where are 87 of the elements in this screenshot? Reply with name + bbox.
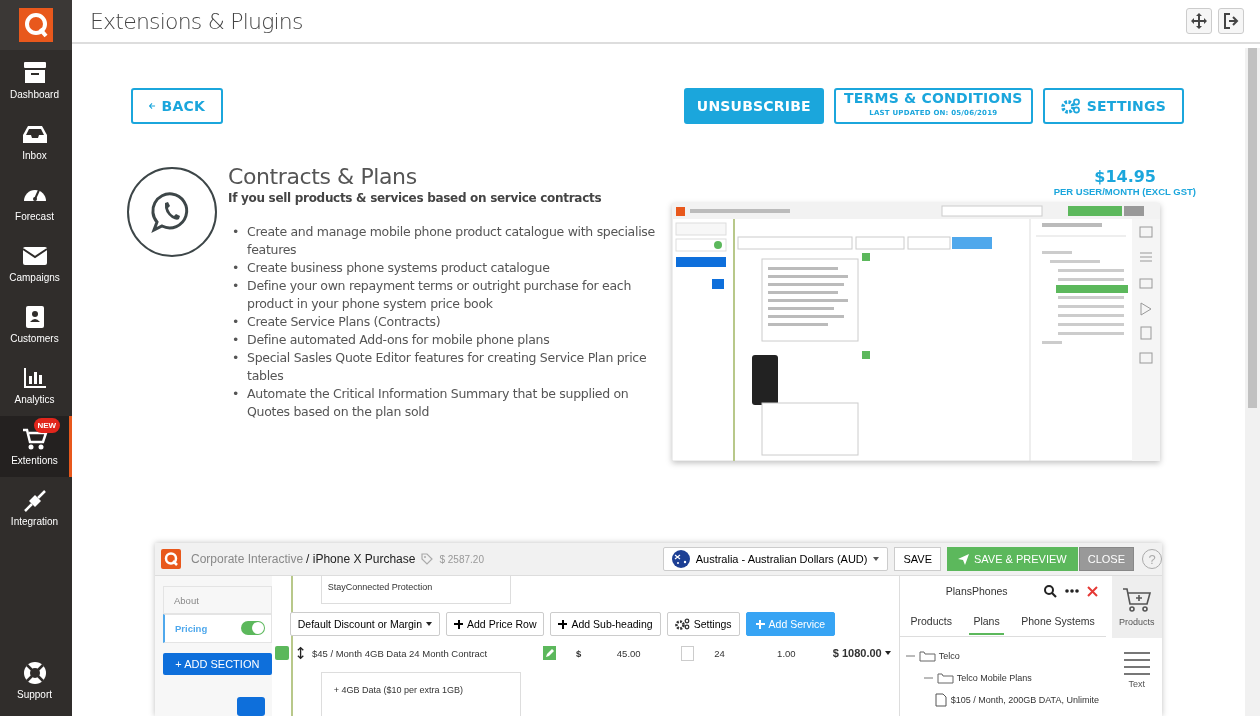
arrow-left-icon bbox=[149, 100, 156, 112]
drag-handle-icon[interactable] bbox=[274, 646, 289, 660]
side-tool[interactable]: Text bbox=[1111, 638, 1162, 700]
sidebar-item[interactable]: Inbox bbox=[0, 111, 72, 172]
bullet: • bbox=[232, 313, 240, 331]
panel-tab[interactable]: Plans bbox=[969, 607, 1004, 635]
send-icon bbox=[958, 553, 969, 565]
price: $14.95 bbox=[1094, 167, 1156, 186]
logout-icon[interactable] bbox=[1218, 8, 1244, 34]
feature-text: Create Service Plans (Contracts) bbox=[247, 313, 441, 331]
feature-text: Automate the Critical Information Summary that be supplied on Quotes based on the plan sold bbox=[247, 385, 630, 421]
sidebar-item[interactable]: Customers bbox=[0, 294, 72, 355]
line-total[interactable]: $ 1080.00 bbox=[832, 647, 891, 659]
folder-icon bbox=[923, 672, 954, 684]
toolbar-button[interactable]: SAVE bbox=[894, 547, 941, 571]
heading-row: StayConnected Protection bbox=[320, 576, 511, 604]
feature-text: Create business phone systems product catalogue bbox=[247, 259, 550, 277]
table-cell-text: 1.00 bbox=[777, 647, 797, 659]
quote-total: $ 2587.20 bbox=[439, 553, 484, 565]
gears-icon bbox=[674, 618, 690, 630]
edit-icon[interactable] bbox=[543, 646, 556, 660]
checkbox[interactable] bbox=[680, 645, 695, 661]
bar-chart-icon bbox=[21, 366, 48, 390]
tree-item[interactable]: $105 / Month, 200GB DATA, Unlimite bbox=[899, 689, 1106, 711]
editor-toolbar-button[interactable]: Default Discount or Margin bbox=[289, 612, 441, 636]
folder-icon bbox=[905, 650, 936, 662]
table-cell-text: $ bbox=[575, 647, 583, 659]
section-tab[interactable]: About bbox=[163, 586, 272, 615]
quote-title: / iPhone X Purchase bbox=[306, 552, 416, 566]
more-icon[interactable] bbox=[1064, 589, 1079, 593]
document-icon bbox=[933, 693, 948, 707]
price-note: PER USER/MONTH (EXCL GST) bbox=[1053, 186, 1196, 197]
feature-text: Create and manage mobile phone product catalogue with specialise features bbox=[247, 223, 656, 259]
sidebar-item[interactable]: Dashboard bbox=[0, 50, 72, 111]
bullet: • bbox=[232, 385, 240, 403]
envelope-icon bbox=[21, 244, 48, 268]
search-icon[interactable] bbox=[1043, 584, 1057, 598]
feature-text: Define your own repayment terms or outright purchase for each product in your phone system price book bbox=[247, 277, 633, 313]
plugin-subtitle: If you sell products & services based on service contracts bbox=[228, 191, 603, 205]
panel-title: PlansPhones bbox=[945, 585, 1009, 597]
sidebar-item[interactable]: Campaigns bbox=[0, 233, 72, 294]
detail-text: + 4GB Data ($10 per extra 1GB) bbox=[333, 685, 464, 695]
lifebuoy-icon bbox=[22, 660, 47, 685]
new-badge: NEW bbox=[33, 418, 61, 433]
sort-arrows-icon bbox=[296, 646, 304, 660]
table-cell-text: 24 bbox=[714, 647, 726, 659]
feature-text: Special Sasles Quote Editor features for creating Service Plan price tables bbox=[247, 349, 648, 385]
archive-box-icon bbox=[21, 61, 48, 85]
sidebar-item[interactable]: NEW Extentions bbox=[0, 416, 72, 477]
close-icon[interactable] bbox=[1086, 585, 1098, 597]
editor-toolbar-button[interactable]: Add Sub-heading bbox=[550, 612, 661, 636]
tree-item[interactable]: Telco bbox=[899, 645, 1106, 667]
feature-text: Define automated Add-ons for mobile phone plans bbox=[247, 331, 550, 349]
table-cell-text: 45.00 bbox=[615, 647, 641, 659]
panel-tab[interactable]: Phone Systems bbox=[1017, 607, 1099, 635]
gears-icon bbox=[1060, 98, 1081, 114]
page-title: Extensions & Plugins bbox=[90, 8, 304, 34]
plugin-title: Contracts & Plans bbox=[228, 164, 418, 189]
move-icon[interactable] bbox=[1186, 8, 1212, 34]
sidebar-item[interactable]: Support bbox=[0, 650, 72, 710]
sidebar-item[interactable]: Integration bbox=[0, 477, 72, 538]
editor-toolbar-button[interactable]: Settings bbox=[666, 612, 740, 636]
logo-icon[interactable] bbox=[0, 0, 72, 50]
line-item-name: $45 / Month 4GB Data 24 Month Contract bbox=[311, 647, 489, 659]
bullet: • bbox=[232, 331, 240, 349]
logo-icon bbox=[161, 549, 181, 569]
text-lines-icon bbox=[1121, 649, 1152, 675]
bullet: • bbox=[232, 349, 240, 367]
side-tool[interactable]: Products bbox=[1111, 576, 1162, 638]
panel-tab[interactable]: Products bbox=[906, 607, 956, 635]
add-section-button[interactable]: + ADD SECTION bbox=[163, 652, 272, 676]
cart-icon bbox=[21, 427, 48, 451]
sidebar-item[interactable]: Analytics bbox=[0, 355, 72, 416]
tree-item[interactable]: Telco Mobile Plans bbox=[899, 667, 1106, 689]
flag-icon bbox=[671, 550, 690, 568]
editor-toolbar-button[interactable]: Add Price Row bbox=[446, 612, 545, 636]
bullet: • bbox=[232, 277, 240, 295]
currency-dropdown[interactable]: Australia - Australian Dollars (AUD) bbox=[662, 547, 889, 571]
phone-chat-icon bbox=[127, 167, 217, 257]
toggle-switch[interactable] bbox=[240, 621, 265, 636]
company-name: Corporate Interactive bbox=[191, 552, 304, 566]
bullet: • bbox=[232, 259, 240, 277]
tag-icon bbox=[421, 553, 434, 565]
bullet: • bbox=[232, 223, 240, 241]
sidebar-item[interactable]: Forecast bbox=[0, 172, 72, 233]
scrollbar[interactable] bbox=[1245, 48, 1260, 716]
cart-icon bbox=[1121, 587, 1152, 613]
